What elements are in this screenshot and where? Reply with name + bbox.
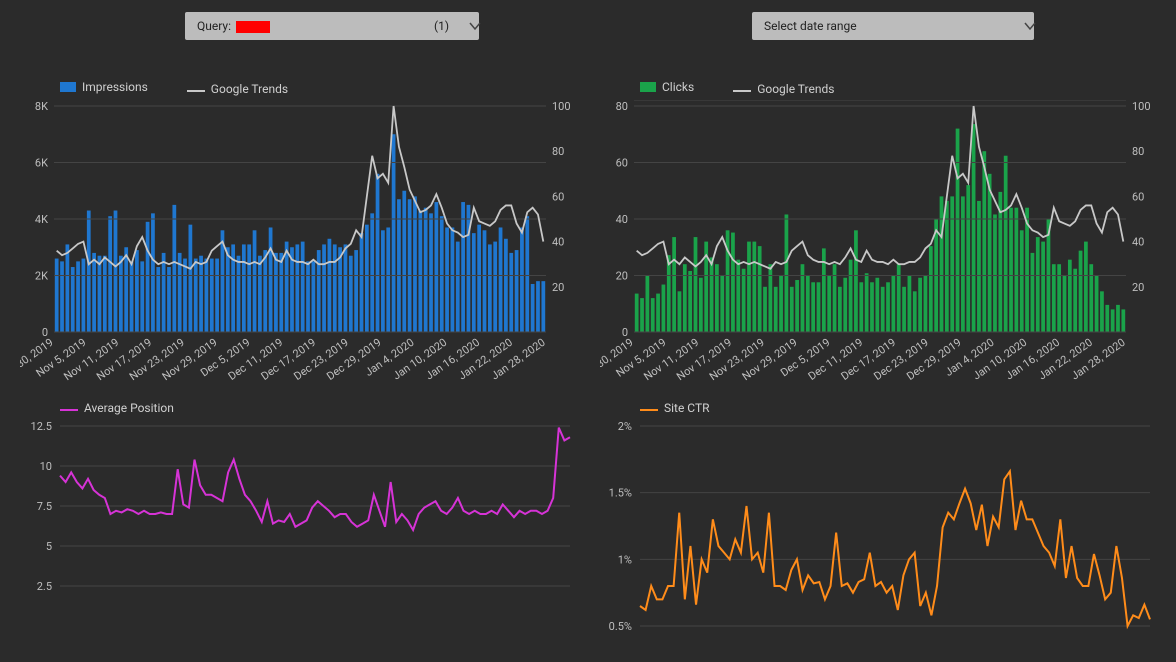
legend: Clicks Google Trends [600, 80, 1160, 100]
query-dropdown[interactable]: Query: (1) [185, 12, 479, 40]
date-range-dropdown[interactable]: Select date range [752, 12, 1034, 40]
legend-impressions: Impressions [82, 80, 148, 94]
svg-text:4K: 4K [35, 213, 48, 226]
svg-text:40: 40 [552, 236, 564, 249]
query-count: (1) [434, 12, 449, 40]
svg-text:2%: 2% [618, 420, 632, 433]
impressions-panel: Impressions Google Trends 02K4K6K8K20406… [20, 80, 580, 390]
site-ctr-chart: 0.5% 1% 1.5% 2% [600, 420, 1160, 640]
date-range-label: Select date range [764, 19, 857, 33]
legend-avgpos: Average Position [84, 401, 174, 415]
impressions-chart: 02K4K6K8K20406080100Oct 30, 2019Nov 5, 2… [20, 100, 580, 336]
svg-text:5: 5 [46, 540, 52, 553]
svg-text:60: 60 [616, 157, 628, 170]
svg-text:2.5: 2.5 [37, 580, 52, 593]
svg-text:100: 100 [1132, 100, 1151, 113]
svg-text:20: 20 [552, 281, 564, 294]
svg-text:1.5%: 1.5% [609, 487, 632, 500]
svg-text:20: 20 [616, 270, 628, 283]
site-ctr-panel: Site CTR 0.5% 1% 1.5% 2% [600, 400, 1160, 660]
svg-text:40: 40 [1132, 236, 1144, 249]
svg-text:60: 60 [552, 190, 564, 203]
trends-swatch-icon [733, 90, 751, 92]
clicks-panel: Clicks Google Trends 0204060801002040608… [600, 80, 1160, 390]
avgpos-swatch-icon [60, 409, 78, 411]
clicks-swatch-icon [640, 82, 656, 92]
svg-text:0.5%: 0.5% [609, 620, 632, 633]
svg-text:60: 60 [1132, 190, 1144, 203]
svg-text:20: 20 [1132, 281, 1144, 294]
svg-text:1%: 1% [618, 553, 632, 566]
svg-text:10: 10 [40, 460, 52, 473]
svg-text:12.5: 12.5 [31, 420, 52, 433]
svg-text:40: 40 [616, 213, 628, 226]
svg-text:6K: 6K [35, 157, 48, 170]
avg-position-chart: 2.5 5 7.5 10 12.5 [20, 420, 580, 640]
clicks-chart: 02040608010020406080100Oct 30, 2019Nov 5… [600, 100, 1160, 336]
svg-text:100: 100 [552, 100, 571, 113]
ctr-swatch-icon [640, 409, 658, 411]
legend-ctr: Site CTR [664, 401, 710, 415]
legend-trends: Google Trends [757, 82, 834, 96]
legend: Impressions Google Trends [20, 80, 580, 100]
query-value-redacted [236, 21, 270, 33]
impressions-swatch-icon [60, 82, 76, 92]
svg-text:80: 80 [552, 145, 564, 158]
svg-text:80: 80 [1132, 145, 1144, 158]
legend-clicks: Clicks [662, 80, 694, 94]
avg-position-panel: Average Position 2.5 5 7.5 10 12.5 [20, 400, 580, 660]
svg-text:100: 100 [609, 100, 628, 103]
query-label: Query: [197, 19, 231, 33]
legend: Site CTR [600, 400, 1160, 420]
svg-text:2K: 2K [35, 270, 48, 283]
svg-text:7.5: 7.5 [37, 500, 52, 513]
legend: Average Position [20, 400, 580, 420]
trends-swatch-icon [187, 90, 205, 92]
svg-text:8K: 8K [35, 100, 48, 113]
legend-trends: Google Trends [211, 82, 288, 96]
